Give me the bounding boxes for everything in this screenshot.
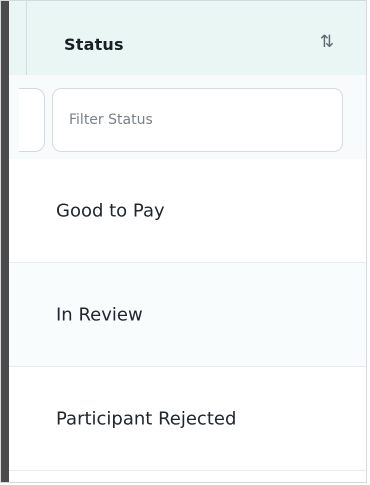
sort-icon[interactable]: ⇅ bbox=[320, 34, 334, 51]
status-column-panel: Status ⇅ Good to Pay In Review Participa… bbox=[0, 0, 367, 483]
status-value: Good to Pay bbox=[56, 200, 165, 221]
status-filter-input[interactable] bbox=[52, 88, 343, 152]
status-value: Participant Rejected bbox=[56, 408, 237, 429]
filter-row bbox=[9, 75, 366, 160]
window-edge bbox=[1, 1, 9, 482]
column-divider bbox=[26, 1, 27, 77]
previous-filter-input-edge[interactable] bbox=[19, 88, 45, 152]
column-header: Status ⇅ bbox=[9, 1, 366, 77]
table-row[interactable]: Participant Rejected bbox=[9, 367, 366, 471]
status-value: In Review bbox=[56, 304, 143, 325]
table-row[interactable]: In Review bbox=[9, 263, 366, 367]
table-row[interactable]: Good to Pay bbox=[9, 159, 366, 263]
column-title[interactable]: Status bbox=[64, 35, 124, 54]
